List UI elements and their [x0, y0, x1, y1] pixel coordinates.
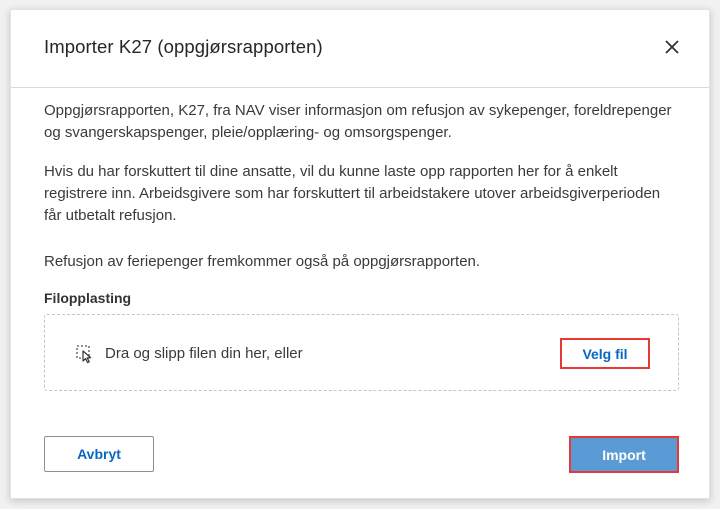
import-dialog: Importer K27 (oppgjørsrapporten) Oppgjør… — [10, 9, 710, 499]
dropzone-text: Dra og slipp filen din her, eller — [105, 345, 303, 362]
description-paragraph: Oppgjørsrapporten, K27, fra NAV viser in… — [44, 102, 672, 141]
upload-label: Filopplasting — [44, 290, 132, 306]
close-icon[interactable] — [661, 36, 683, 58]
choose-file-button[interactable]: Velg fil — [560, 338, 650, 369]
dialog-title: Importer K27 (oppgjørsrapporten) — [44, 36, 323, 57]
dialog-header: Importer K27 (oppgjørsrapporten) — [11, 10, 709, 88]
cancel-button[interactable]: Avbryt — [44, 436, 154, 472]
file-dropzone[interactable]: Dra og slipp filen din her, eller Velg f… — [44, 314, 679, 391]
instruction-paragraph: Hvis du har forskuttert til dine ansatte… — [44, 163, 661, 224]
file-drop-icon — [75, 344, 95, 364]
holiday-pay-paragraph: Refusjon av feriepenger fremkommer også … — [44, 253, 481, 270]
import-button[interactable]: Import — [569, 436, 679, 473]
